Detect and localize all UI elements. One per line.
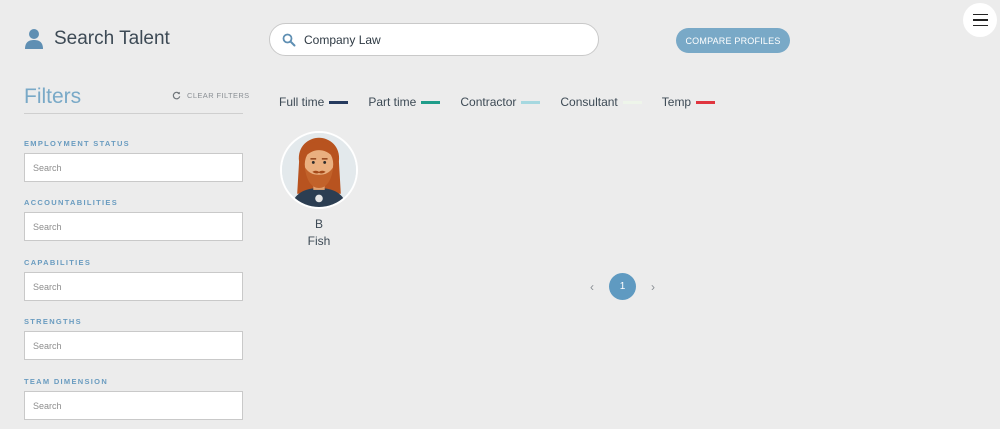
profile-card[interactable]: B Fish — [279, 131, 359, 248]
team-dimension-search-input[interactable] — [24, 391, 243, 420]
clear-filters-button[interactable]: CLEAR FILTERS — [172, 91, 250, 100]
legend-label: Temp — [661, 95, 692, 109]
chevron-left-icon[interactable]: ‹ — [583, 274, 601, 300]
refresh-icon — [172, 91, 181, 100]
legend-swatch — [521, 100, 541, 104]
filter-accountabilities: ACCOUNTABILITIES — [24, 198, 243, 241]
legend-label: Part time — [368, 95, 417, 109]
filter-label: ACCOUNTABILITIES — [24, 198, 118, 207]
pagination: ‹ 1 › — [583, 273, 662, 300]
compare-profiles-button[interactable]: COMPARE PROFILES — [676, 28, 790, 53]
legend-label: Contractor — [460, 95, 517, 109]
employment-type-legend: Full time Part time Contractor Consultan… — [279, 95, 735, 109]
clear-filters-label: CLEAR FILTERS — [187, 91, 250, 100]
strengths-search-input[interactable] — [24, 331, 243, 360]
filter-label: STRENGTHS — [24, 317, 82, 326]
filters-divider — [24, 113, 243, 114]
profile-first-name: B — [314, 217, 323, 231]
profile-last-name: Fish — [307, 234, 331, 248]
page-button-current[interactable]: 1 — [609, 273, 636, 300]
bearded-man-avatar[interactable] — [280, 131, 358, 209]
hamburger-menu-icon[interactable] — [963, 3, 997, 37]
legend-item-full-time: Full time — [279, 95, 349, 109]
search-input[interactable] — [304, 32, 584, 47]
legend-item-contractor: Contractor — [460, 95, 541, 109]
legend-swatch — [421, 100, 441, 104]
legend-swatch — [622, 100, 642, 104]
filter-strengths: STRENGTHS — [24, 317, 243, 360]
legend-item-consultant: Consultant — [560, 95, 642, 109]
legend-swatch — [696, 100, 716, 104]
accountabilities-search-input[interactable] — [24, 212, 243, 241]
legend-item-temp: Temp — [661, 95, 716, 109]
legend-label: Full time — [279, 95, 325, 109]
employment-status-search-input[interactable] — [24, 153, 243, 182]
legend-label: Consultant — [560, 95, 618, 109]
search-icon — [282, 33, 296, 46]
filter-employment-status: EMPLOYMENT STATUS — [24, 139, 243, 182]
filter-label: TEAM DIMENSION — [24, 377, 109, 386]
filter-label: CAPABILITIES — [24, 258, 92, 267]
filters-title: Filters — [24, 85, 82, 108]
legend-swatch — [329, 100, 349, 104]
page-header: Search Talent — [24, 28, 170, 50]
person-icon — [24, 28, 44, 50]
chevron-right-icon[interactable]: › — [644, 274, 662, 300]
search-bar[interactable] — [269, 23, 599, 56]
filter-label: EMPLOYMENT STATUS — [24, 139, 130, 148]
legend-item-part-time: Part time — [368, 95, 441, 109]
filter-team-dimension: TEAM DIMENSION — [24, 377, 243, 420]
capabilities-search-input[interactable] — [24, 272, 243, 301]
filter-capabilities: CAPABILITIES — [24, 258, 243, 301]
page-title: Search Talent — [54, 28, 170, 49]
